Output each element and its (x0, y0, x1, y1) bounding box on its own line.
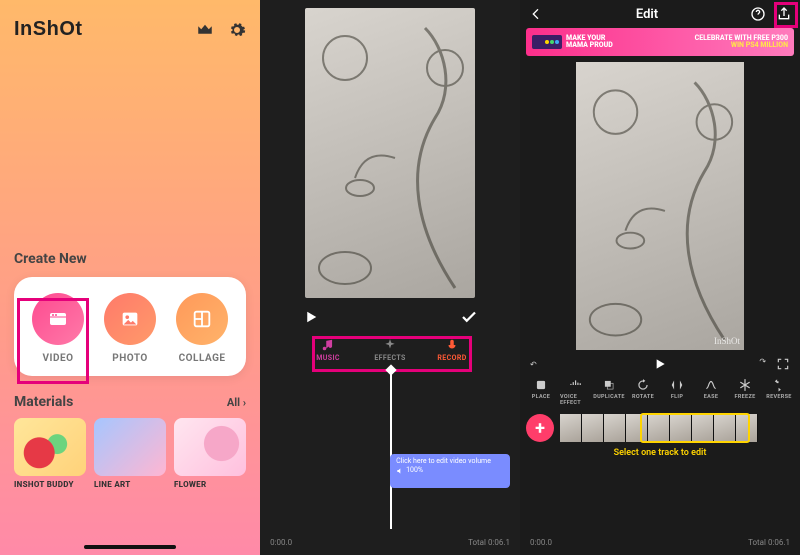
undo-icon[interactable]: ↶ (530, 360, 617, 369)
tab-effects[interactable]: EFFECTS (368, 338, 412, 362)
volume-value: 100% (406, 466, 423, 475)
track-hint: Select one track to edit (520, 448, 800, 458)
playhead[interactable] (390, 370, 392, 529)
materials-title: Materials (14, 394, 73, 410)
tool-reverse[interactable]: REVERSE (764, 378, 794, 406)
page-title: Edit (636, 7, 658, 22)
redo-icon[interactable]: ↷ (759, 357, 766, 371)
material-label: INSHOT BUDDY (14, 480, 86, 489)
volume-clip[interactable]: Click here to edit video volume 100% (390, 454, 510, 488)
material-flower[interactable]: FLOWER (174, 418, 246, 489)
tool-rotate[interactable]: ROTATE (628, 378, 658, 406)
photo-label: PHOTO (112, 353, 148, 364)
share-icon[interactable] (776, 6, 792, 22)
home-indicator (84, 545, 176, 549)
time-total: Total 0:06.1 (748, 538, 790, 547)
time-current: 0:00.0 (530, 538, 552, 547)
play-icon[interactable] (302, 308, 320, 326)
tool-duplicate[interactable]: DUPLICATE (594, 378, 624, 406)
ad-logo-icon (532, 35, 562, 49)
video-preview[interactable]: InShOt (576, 62, 744, 350)
music-tabs: MUSIC EFFECTS RECORD (260, 338, 520, 362)
add-button[interactable]: + (526, 414, 554, 442)
photo-button[interactable]: PHOTO (95, 293, 165, 364)
time-current: 0:00.0 (270, 538, 292, 547)
create-card: VIDEO PHOTO COLLAGE (14, 277, 246, 376)
ad-banner[interactable]: MAKE YOURMAMA PROUD CELEBRATE WITH FREE … (526, 28, 794, 56)
collage-label: COLLAGE (179, 353, 226, 364)
tab-record[interactable]: RECORD (430, 338, 474, 362)
app-logo: InShOt (14, 18, 83, 41)
create-new-title: Create New (14, 251, 246, 267)
collage-button[interactable]: COLLAGE (167, 293, 237, 364)
video-preview[interactable] (305, 8, 475, 298)
video-label: VIDEO (43, 353, 74, 364)
material-inshot-buddy[interactable]: INSHOT BUDDY (14, 418, 86, 489)
volume-hint: Click here to edit video volume (396, 457, 504, 466)
music-screen: MUSIC EFFECTS RECORD Click here to edit … (260, 0, 520, 555)
video-button[interactable]: VIDEO (23, 293, 93, 364)
fullscreen-icon[interactable] (776, 357, 790, 371)
home-screen: InShOt Create New VIDEO PHOTO COLLAG (0, 0, 260, 555)
tab-music-label: MUSIC (316, 354, 340, 362)
tab-record-label: RECORD (437, 354, 466, 362)
tool-ease[interactable]: EASE (696, 378, 726, 406)
material-line-art[interactable]: LINE ART (94, 418, 166, 489)
watermark[interactable]: InShOt (714, 336, 740, 346)
clip-thumbnails[interactable] (560, 414, 758, 442)
back-icon[interactable] (528, 6, 544, 22)
tool-voice-effect[interactable]: VOICE EFFECT (560, 378, 590, 406)
gear-icon[interactable] (228, 21, 246, 39)
edit-screen: Edit MAKE YOURMAMA PROUD CELEBRATE WITH … (520, 0, 800, 555)
material-label: FLOWER (174, 480, 246, 489)
tool-freeze[interactable]: FREEZE (730, 378, 760, 406)
tab-effects-label: EFFECTS (374, 354, 405, 362)
tool-place[interactable]: PLACE (526, 378, 556, 406)
ad-text-2: MAMA PROUD (566, 41, 613, 49)
edit-toolbar: PLACEVOICE EFFECTDUPLICATEROTATEFLIPEASE… (520, 372, 800, 406)
confirm-icon[interactable] (460, 308, 478, 326)
crown-icon[interactable] (196, 21, 214, 39)
time-total: Total 0:06.1 (468, 538, 510, 547)
material-label: LINE ART (94, 480, 166, 489)
track-area[interactable]: + (520, 414, 800, 442)
help-icon[interactable] (750, 6, 766, 22)
tool-flip[interactable]: FLIP (662, 378, 692, 406)
materials-all-link[interactable]: All › (227, 396, 246, 409)
tab-music[interactable]: MUSIC (306, 338, 350, 362)
timeline[interactable]: Click here to edit video volume 100% (260, 382, 520, 555)
play-icon[interactable] (652, 356, 668, 372)
ad-text-4: WIN PS4 MILLION (731, 41, 788, 49)
